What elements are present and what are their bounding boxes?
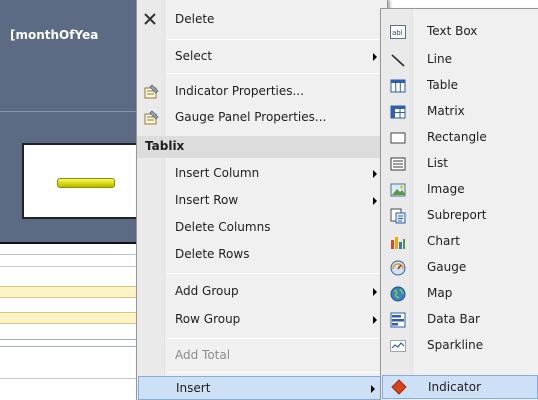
- insert-item-rectangle[interactable]: Rectangle: [381, 125, 538, 151]
- menu-item-label: Indicator Properties...: [175, 84, 304, 98]
- menu-item-label: Gauge: [427, 260, 467, 274]
- menu-separator: [167, 273, 384, 274]
- row-divider: [0, 339, 140, 340]
- insert-item-data-bar[interactable]: Data Bar: [381, 307, 538, 333]
- menu-item-label: Delete Rows: [175, 247, 250, 261]
- insert-submenu: abl Text Box Line Table Matrix Rectangle: [380, 8, 538, 400]
- insert-item-line[interactable]: Line: [381, 47, 538, 73]
- insert-item-indicator[interactable]: Indicator: [382, 375, 538, 399]
- svg-text:abl: abl: [392, 29, 403, 37]
- menu-item-label: Add Group: [175, 284, 239, 298]
- properties-icon: [144, 84, 159, 99]
- menu-item-label: Image: [427, 182, 465, 196]
- sparkline-icon: [390, 340, 406, 352]
- submenu-arrow-icon: [373, 316, 377, 324]
- textbox-icon: abl: [390, 25, 406, 39]
- map-icon: [390, 286, 406, 302]
- menu-item-insert-row[interactable]: Insert Row: [137, 188, 387, 214]
- menu-separator: [167, 39, 384, 40]
- menu-item-row-group[interactable]: Row Group: [137, 307, 387, 333]
- insert-item-matrix[interactable]: Matrix: [381, 99, 538, 125]
- rectangle-icon: [390, 132, 406, 144]
- menu-item-select[interactable]: Select: [137, 44, 387, 70]
- menu-item-insert[interactable]: Insert: [138, 376, 386, 400]
- group-row[interactable]: [0, 312, 140, 324]
- properties-icon: [144, 110, 159, 125]
- menu-item-gauge-panel-properties[interactable]: Gauge Panel Properties...: [137, 105, 387, 131]
- menu-item-label: Table: [427, 78, 459, 92]
- menu-item-label: List: [427, 156, 448, 170]
- section-title: Tablix: [145, 139, 185, 153]
- menu-item-label: Insert Row: [175, 193, 239, 207]
- insert-item-list[interactable]: List: [381, 151, 538, 177]
- row-divider: [0, 378, 140, 379]
- menu-section-header: Tablix: [137, 136, 387, 158]
- row-divider: [0, 242, 140, 244]
- menu-item-label: Select: [175, 49, 213, 63]
- tablix-header-band: [monthOfYea: [0, 0, 140, 112]
- context-menu: Delete Select Indicator Properties... Ga…: [136, 0, 388, 400]
- menu-item-add-group[interactable]: Add Group: [137, 279, 387, 305]
- insert-item-gauge[interactable]: Gauge: [381, 255, 538, 281]
- row-divider: [0, 254, 140, 255]
- insert-item-map[interactable]: Map: [381, 281, 538, 307]
- menu-item-label: Delete: [175, 12, 215, 26]
- chart-icon: [391, 237, 405, 249]
- delete-x-icon: [144, 13, 156, 25]
- insert-item-sparkline[interactable]: Sparkline: [381, 333, 538, 359]
- menu-item-delete-columns[interactable]: Delete Columns: [137, 215, 387, 241]
- menu-item-label: Sparkline: [427, 338, 484, 352]
- menu-item-label: Add Total: [175, 348, 231, 362]
- submenu-arrow-icon: [373, 53, 377, 61]
- insert-item-text-box[interactable]: abl Text Box: [381, 19, 538, 45]
- menu-item-add-total: Add Total: [137, 343, 387, 369]
- menu-item-label: Delete Columns: [175, 220, 271, 234]
- menu-item-label: Text Box: [427, 24, 478, 38]
- menu-separator: [167, 338, 384, 339]
- menu-item-label: Matrix: [427, 104, 465, 118]
- menu-item-indicator-properties[interactable]: Indicator Properties...: [137, 79, 387, 105]
- menu-item-label: Map: [427, 286, 453, 300]
- matrix-icon: [390, 105, 406, 119]
- menu-item-label: Data Bar: [427, 312, 480, 326]
- menu-separator: [167, 372, 384, 373]
- table-icon: [390, 79, 406, 93]
- group-row[interactable]: [0, 286, 140, 298]
- linear-gauge-indicator[interactable]: [57, 178, 115, 188]
- gauge-icon: [390, 260, 406, 276]
- insert-item-table[interactable]: Table: [381, 73, 538, 99]
- menu-item-label: Gauge Panel Properties...: [175, 110, 327, 124]
- menu-item-label: Insert Column: [175, 166, 260, 180]
- indicator-icon: [391, 379, 407, 395]
- menu-item-delete-rows[interactable]: Delete Rows: [137, 242, 387, 268]
- databar-icon: [390, 312, 406, 328]
- menu-item-label: Insert: [176, 381, 211, 395]
- insert-item-image[interactable]: Image: [381, 177, 538, 203]
- image-icon: [390, 183, 406, 197]
- line-icon: [391, 54, 405, 67]
- submenu-arrow-icon: [373, 170, 377, 178]
- gauge-panel-cell[interactable]: [22, 143, 140, 219]
- menu-item-delete[interactable]: Delete: [137, 7, 387, 33]
- row-divider: [0, 346, 140, 347]
- insert-item-subreport[interactable]: Subreport: [381, 203, 538, 229]
- submenu-arrow-icon: [371, 385, 375, 393]
- menu-separator: [167, 73, 384, 74]
- menu-item-label: Subreport: [427, 208, 487, 222]
- header-cell-text[interactable]: [monthOfYea: [10, 28, 98, 42]
- menu-item-label: Row Group: [175, 312, 241, 326]
- list-icon: [390, 157, 406, 171]
- menu-item-label: Chart: [427, 234, 460, 248]
- menu-item-label: Rectangle: [427, 130, 487, 144]
- menu-item-insert-column[interactable]: Insert Column: [137, 161, 387, 187]
- submenu-arrow-icon: [373, 197, 377, 205]
- menu-item-label: Line: [427, 52, 453, 66]
- submenu-arrow-icon: [373, 288, 377, 296]
- subreport-icon: [390, 208, 406, 224]
- row-divider: [0, 266, 140, 267]
- menu-item-label: Indicator: [428, 380, 482, 394]
- insert-item-chart[interactable]: Chart: [381, 229, 538, 255]
